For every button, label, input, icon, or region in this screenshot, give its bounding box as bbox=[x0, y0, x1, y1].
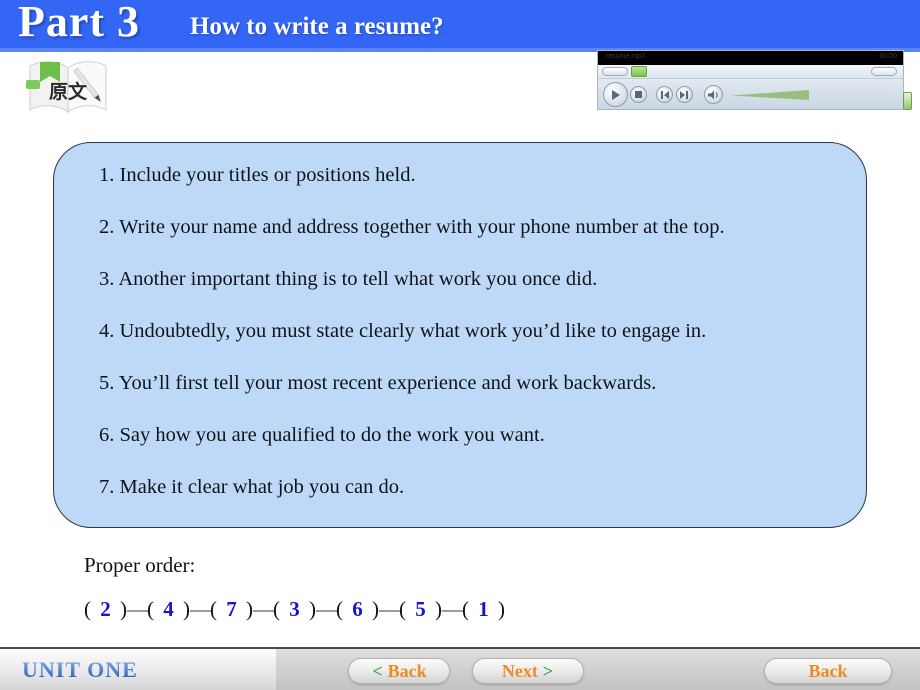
order-number: 3 bbox=[289, 597, 300, 621]
player-controls bbox=[598, 80, 912, 110]
back-arrow-icon: < bbox=[372, 660, 383, 681]
page-subtitle: How to write a resume? bbox=[190, 13, 444, 40]
scrub-handle[interactable] bbox=[631, 66, 647, 77]
scrub-right-button[interactable] bbox=[871, 67, 897, 76]
proper-order-sequence: ( 2 )—( 4 )—( 7 )—( 3 )—( 6 )—( 5 )—( 1 … bbox=[84, 597, 505, 622]
rewind-icon[interactable] bbox=[656, 86, 673, 103]
list-item: 1. Include your titles or positions held… bbox=[99, 164, 416, 186]
next-nav-button-label: Next bbox=[501, 660, 538, 681]
back-right-button-label: Back bbox=[808, 660, 848, 681]
video-filename: resume.mp3 bbox=[606, 53, 645, 60]
order-number: 2 bbox=[100, 597, 111, 621]
play-icon[interactable] bbox=[603, 82, 628, 107]
back-nav-button-label: Back bbox=[387, 660, 427, 681]
media-player[interactable]: resume.mp3 00:00 bbox=[597, 50, 912, 110]
back-nav-button[interactable]: < Back bbox=[348, 658, 450, 684]
order-open-paren: ( bbox=[399, 597, 412, 621]
order-number: 4 bbox=[163, 597, 174, 621]
list-item: 5. You’ll first tell your most recent ex… bbox=[99, 372, 657, 394]
unit-label: UNIT ONE bbox=[22, 657, 138, 682]
order-separator: — bbox=[127, 597, 148, 621]
forward-icon[interactable] bbox=[676, 86, 693, 103]
next-arrow-icon: > bbox=[542, 660, 554, 681]
order-open-paren: ( bbox=[273, 597, 286, 621]
scrub-bar[interactable] bbox=[598, 65, 903, 79]
page-title: Part 3 bbox=[18, 0, 141, 46]
back-right-button[interactable]: Back bbox=[764, 658, 892, 684]
order-number: 1 bbox=[478, 597, 489, 621]
instructions-list: 1. Include your titles or positions held… bbox=[99, 163, 846, 527]
order-separator: — bbox=[442, 597, 463, 621]
order-number: 6 bbox=[352, 597, 363, 621]
order-close-paren: ) bbox=[429, 597, 442, 621]
video-timecode: 00:00 bbox=[879, 53, 897, 60]
order-close-paren: ) bbox=[240, 597, 253, 621]
order-close-paren: ) bbox=[303, 597, 316, 621]
proper-order-label: Proper order: bbox=[84, 553, 196, 577]
original-text-book-icon: 原文 bbox=[18, 52, 118, 122]
order-separator: — bbox=[379, 597, 400, 621]
volume-slider[interactable] bbox=[731, 88, 912, 110]
order-open-paren: ( bbox=[210, 597, 223, 621]
svg-text:原文: 原文 bbox=[49, 80, 88, 103]
order-number: 5 bbox=[415, 597, 426, 621]
list-item: 3. Another important thing is to tell wh… bbox=[99, 268, 598, 290]
volume-icon[interactable] bbox=[704, 85, 723, 104]
order-open-paren: ( bbox=[147, 597, 160, 621]
video-area: resume.mp3 00:00 bbox=[598, 51, 903, 65]
order-number: 7 bbox=[226, 597, 237, 621]
next-nav-button[interactable]: Next > bbox=[472, 658, 584, 684]
list-item: 6. Say how you are qualified to do the w… bbox=[99, 424, 545, 446]
order-separator: — bbox=[316, 597, 337, 621]
order-close-paren: ) bbox=[177, 597, 190, 621]
list-item: 7. Make it clear what job you can do. bbox=[99, 476, 405, 498]
order-close-paren: ) bbox=[366, 597, 379, 621]
instructions-panel: 1. Include your titles or positions held… bbox=[53, 142, 867, 528]
order-open-paren: ( bbox=[462, 597, 475, 621]
order-open-paren: ( bbox=[84, 597, 97, 621]
order-close-paren: ) bbox=[114, 597, 127, 621]
stop-icon[interactable] bbox=[630, 86, 647, 103]
list-item: 2. Write your name and address together … bbox=[99, 216, 725, 238]
order-separator: — bbox=[253, 597, 274, 621]
list-item: 4. Undoubtedly, you must state clearly w… bbox=[99, 320, 707, 342]
scrub-left-button[interactable] bbox=[602, 67, 628, 76]
order-separator: — bbox=[190, 597, 211, 621]
volume-slider-handle[interactable] bbox=[903, 92, 912, 110]
order-close-paren: ) bbox=[492, 597, 505, 621]
order-open-paren: ( bbox=[336, 597, 349, 621]
